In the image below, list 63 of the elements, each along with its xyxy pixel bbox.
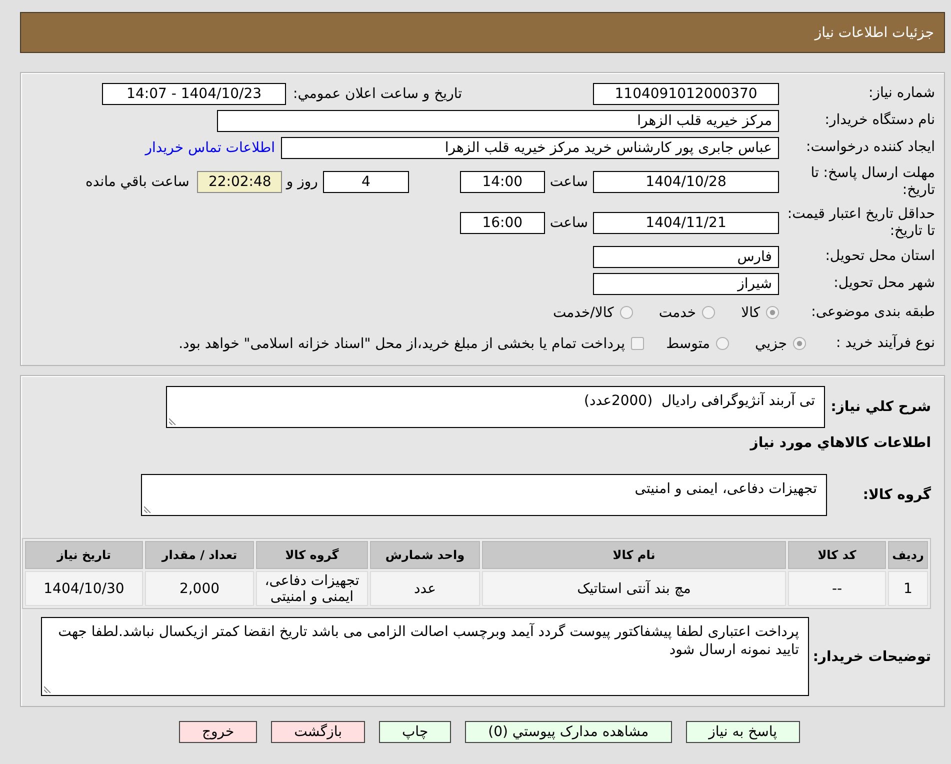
table-cell: --	[788, 571, 886, 606]
goods-group-text-area[interactable]: تجهیزات دفاعی، ایمنی و امنیتی	[141, 474, 827, 516]
resize-grip-icon[interactable]	[44, 686, 51, 693]
resize-grip-icon[interactable]	[169, 418, 176, 425]
table-cell: مچ بند آنتی استاتیک	[482, 571, 786, 606]
radio-option[interactable]: كالا/خدمت	[552, 304, 633, 320]
action-button[interactable]: پاسخ به نیاز	[686, 721, 800, 743]
remaining-time-field: 22:02:48	[197, 170, 282, 192]
exit-button[interactable]: بازگشت	[271, 721, 365, 743]
field-label: استان محل تحویل:	[824, 248, 935, 265]
field-label: شرح كلي نیاز:	[832, 399, 931, 415]
time-field[interactable]: 14:00	[460, 170, 545, 192]
radio-option[interactable]: كالا	[741, 304, 779, 320]
action-button[interactable]: چاپ	[379, 721, 452, 743]
time-field[interactable]: 16:00	[460, 212, 545, 234]
action-button[interactable]: مشاهده مدارک پیوستي (0)	[465, 721, 672, 743]
column-header: واحد شمارش	[370, 541, 480, 569]
table-cell: عدد	[370, 571, 480, 606]
radio-option[interactable]: متوسط	[666, 336, 730, 352]
field-label: طبقه بندی موضوعی:	[810, 304, 935, 321]
section-title: اطلاعات كالاهاي مورد نیاز	[750, 434, 931, 453]
buyer-name-field[interactable]: مرکز خیریه قلب الزهرا	[217, 110, 779, 132]
page-title: جزئیات اطلاعات نیاز	[814, 24, 934, 40]
table-cell: 2,000	[145, 571, 254, 606]
table-cell: 1404/10/30	[25, 571, 143, 606]
field-label: حداقل تاریخ اعتبار قیمت: تا تاریخ:	[787, 206, 935, 240]
province-field[interactable]: فارس	[593, 246, 779, 268]
exit-button[interactable]: خروج	[178, 721, 258, 743]
date-field[interactable]: 1404/11/21	[593, 212, 779, 234]
resize-grip-icon[interactable]	[144, 506, 151, 513]
radio-option[interactable]: جزيي	[755, 336, 806, 352]
field-label: شماره نیاز:	[868, 85, 935, 102]
field-label: گروه كالا:	[862, 487, 931, 503]
field-label: شهر محل تحویل:	[832, 275, 935, 292]
date-field[interactable]: 1404/10/28	[593, 170, 779, 192]
days-field[interactable]: 4	[322, 170, 409, 192]
field-label: توضیحات خریدار:	[816, 648, 931, 664]
table-cell: تجهیزات دفاعی، ایمنی و امنیتی	[256, 571, 368, 606]
table-cell: 1	[888, 571, 928, 606]
column-header: ردیف	[888, 541, 928, 569]
remaining-label: ساعت باقي مانده	[86, 174, 190, 190]
column-header: گروه کالا	[256, 541, 368, 569]
time-label: ساعت	[550, 174, 588, 190]
city-field[interactable]: شیراز	[593, 272, 779, 294]
radio-option[interactable]: خدمت	[658, 304, 716, 320]
column-header: تعداد / مقدار	[145, 541, 254, 569]
column-header: تاریخ نیاز	[25, 541, 143, 569]
buyer-contact-link[interactable]: اطلاعات تماس خریدار	[145, 140, 275, 156]
field-label: ایجاد کننده درخواست:	[805, 139, 935, 156]
announcement-date-field[interactable]: 1404/10/23 - 14:07	[102, 82, 286, 104]
requester-field[interactable]: عباس جابری پور کارشناس خرید مرکز خیریه قلب الزهرا	[281, 136, 779, 158]
days-label: روز و	[286, 174, 318, 190]
checkbox-option[interactable]: پرداخت تمام یا بخشی از مبلغ خرید،از محل "اسناد خزانه اسلامی" خواهد بود.	[178, 336, 644, 352]
field-label: نام دستگاه خریدار:	[824, 112, 935, 129]
summary-text-area[interactable]: تی آربند آنژیوگرافی رادیال (2000عدد)	[166, 386, 825, 428]
field-label: نوع فرآیند خرید :	[835, 335, 935, 352]
buyer-notes-text-area[interactable]: پرداخت اعتباری لطفا پیشفاکتور پیوست گردد آیمد وبرچسب اصالت الزامی می باشد تاریخ انقضا کمتر ازیکسال نباشد.لطفا جهت تایید نمونه ارسال شود	[41, 617, 809, 696]
need-number-field[interactable]: 1104091012000370	[593, 82, 779, 104]
column-header: نام کالا	[482, 541, 786, 569]
time-label: ساعت	[550, 214, 588, 230]
field-label: تاریخ و ساعت اعلان عمومي:	[293, 86, 462, 102]
column-header: کد کالا	[788, 541, 886, 569]
field-label: مهلت ارسال پاسخ: تا تاریخ:	[810, 164, 935, 198]
